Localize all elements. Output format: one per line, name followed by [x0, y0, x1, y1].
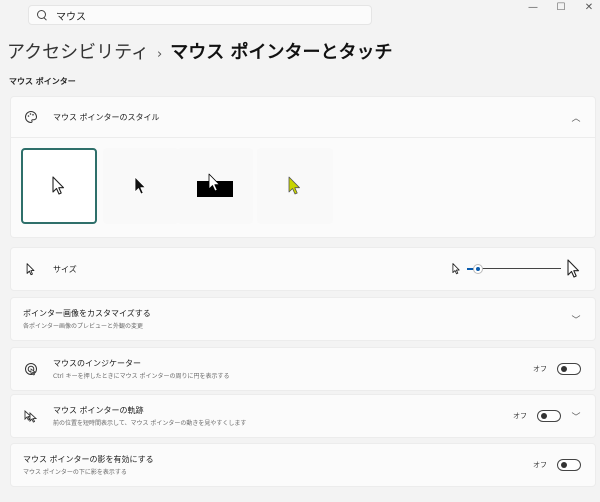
black-pointer-icon	[134, 176, 146, 195]
indicator-subtitle: Ctrl キーを押したときにマウス ポインターの周りに円を表示する	[53, 373, 230, 380]
customize-title: ポインター画像をカスタマイズする	[23, 309, 151, 318]
size-slider-track[interactable]	[467, 263, 561, 275]
mouse-indicator-row: マウスのインジケーター Ctrl キーを押したときにマウス ポインターの周りに円…	[10, 347, 596, 391]
inverted-pointer-icon	[197, 173, 233, 197]
breadcrumb-parent-link[interactable]: アクセシビリティ	[7, 38, 149, 64]
shadow-title: マウス ポインターの影を有効にする	[23, 455, 154, 464]
section-title: マウス ポインター	[9, 77, 76, 86]
small-pointer-icon	[452, 263, 460, 275]
maximize-button[interactable]: ☐	[554, 2, 568, 13]
indicator-toggle-label: オフ	[533, 365, 547, 373]
trails-toggle[interactable]	[537, 410, 561, 422]
search-box[interactable]: マウス	[28, 5, 372, 25]
indicator-title: マウスのインジケーター	[53, 359, 141, 368]
size-setting: サイズ	[10, 247, 596, 291]
breadcrumb: アクセシビリティ › マウス ポインターとタッチ	[7, 38, 393, 64]
chevron-up-icon[interactable]: ︿	[571, 111, 581, 124]
pointer-style-black[interactable]	[103, 148, 179, 224]
large-pointer-icon	[567, 259, 580, 278]
white-pointer-icon	[52, 176, 65, 195]
chevron-down-icon[interactable]: ﹀	[571, 313, 581, 326]
customize-subtitle: 各ポインター画像のプレビューと外観の変更	[23, 323, 144, 330]
pointer-style-inverted[interactable]	[177, 148, 253, 224]
pointer-style-options	[10, 138, 596, 238]
minimize-button[interactable]: —	[526, 2, 540, 13]
trails-title: マウス ポインターの軌跡	[53, 406, 144, 415]
shadow-toggle-label: オフ	[533, 461, 547, 469]
chevron-down-icon[interactable]: ﹀	[571, 410, 581, 423]
breadcrumb-separator: ›	[157, 47, 163, 62]
pointer-style-custom[interactable]	[257, 148, 333, 224]
search-input[interactable]: マウス	[56, 8, 86, 23]
pointer-trails-row: マウス ポインターの軌跡 前の位置を短時間表示して、マウス ポインターの動きを見…	[10, 394, 596, 438]
custom-color-pointer-icon	[288, 176, 300, 195]
pointer-shadow-row: マウス ポインターの影を有効にする マウス ポインターの下に影を表示する オフ	[10, 443, 596, 487]
trails-toggle-label: オフ	[513, 412, 527, 420]
indicator-icon	[23, 361, 39, 377]
indicator-toggle[interactable]	[557, 363, 581, 375]
window-controls: — ☐ ✕	[526, 2, 596, 13]
customize-pointer-row[interactable]: ポインター画像をカスタマイズする 各ポインター画像のプレビューと外観の変更 ﹀	[10, 297, 596, 341]
shadow-toggle[interactable]	[557, 459, 581, 471]
trails-icon	[23, 408, 39, 424]
pointer-style-title: マウス ポインターのスタイル	[53, 112, 160, 122]
size-label: サイズ	[53, 264, 77, 274]
search-icon	[37, 9, 48, 21]
pointer-size-icon	[23, 261, 39, 277]
pointer-style-header[interactable]: マウス ポインターのスタイル ︿	[10, 96, 596, 138]
pointer-style-white[interactable]	[21, 148, 97, 224]
palette-icon	[23, 109, 39, 125]
page-title: マウス ポインターとタッチ	[170, 42, 393, 63]
trails-subtitle: 前の位置を短時間表示して、マウス ポインターの動きを見やすくします	[53, 420, 247, 427]
size-slider-thumb[interactable]	[474, 265, 483, 273]
close-button[interactable]: ✕	[582, 2, 596, 13]
shadow-subtitle: マウス ポインターの下に影を表示する	[23, 469, 127, 476]
size-slider-rest	[482, 268, 561, 269]
size-slider[interactable]	[452, 259, 581, 279]
